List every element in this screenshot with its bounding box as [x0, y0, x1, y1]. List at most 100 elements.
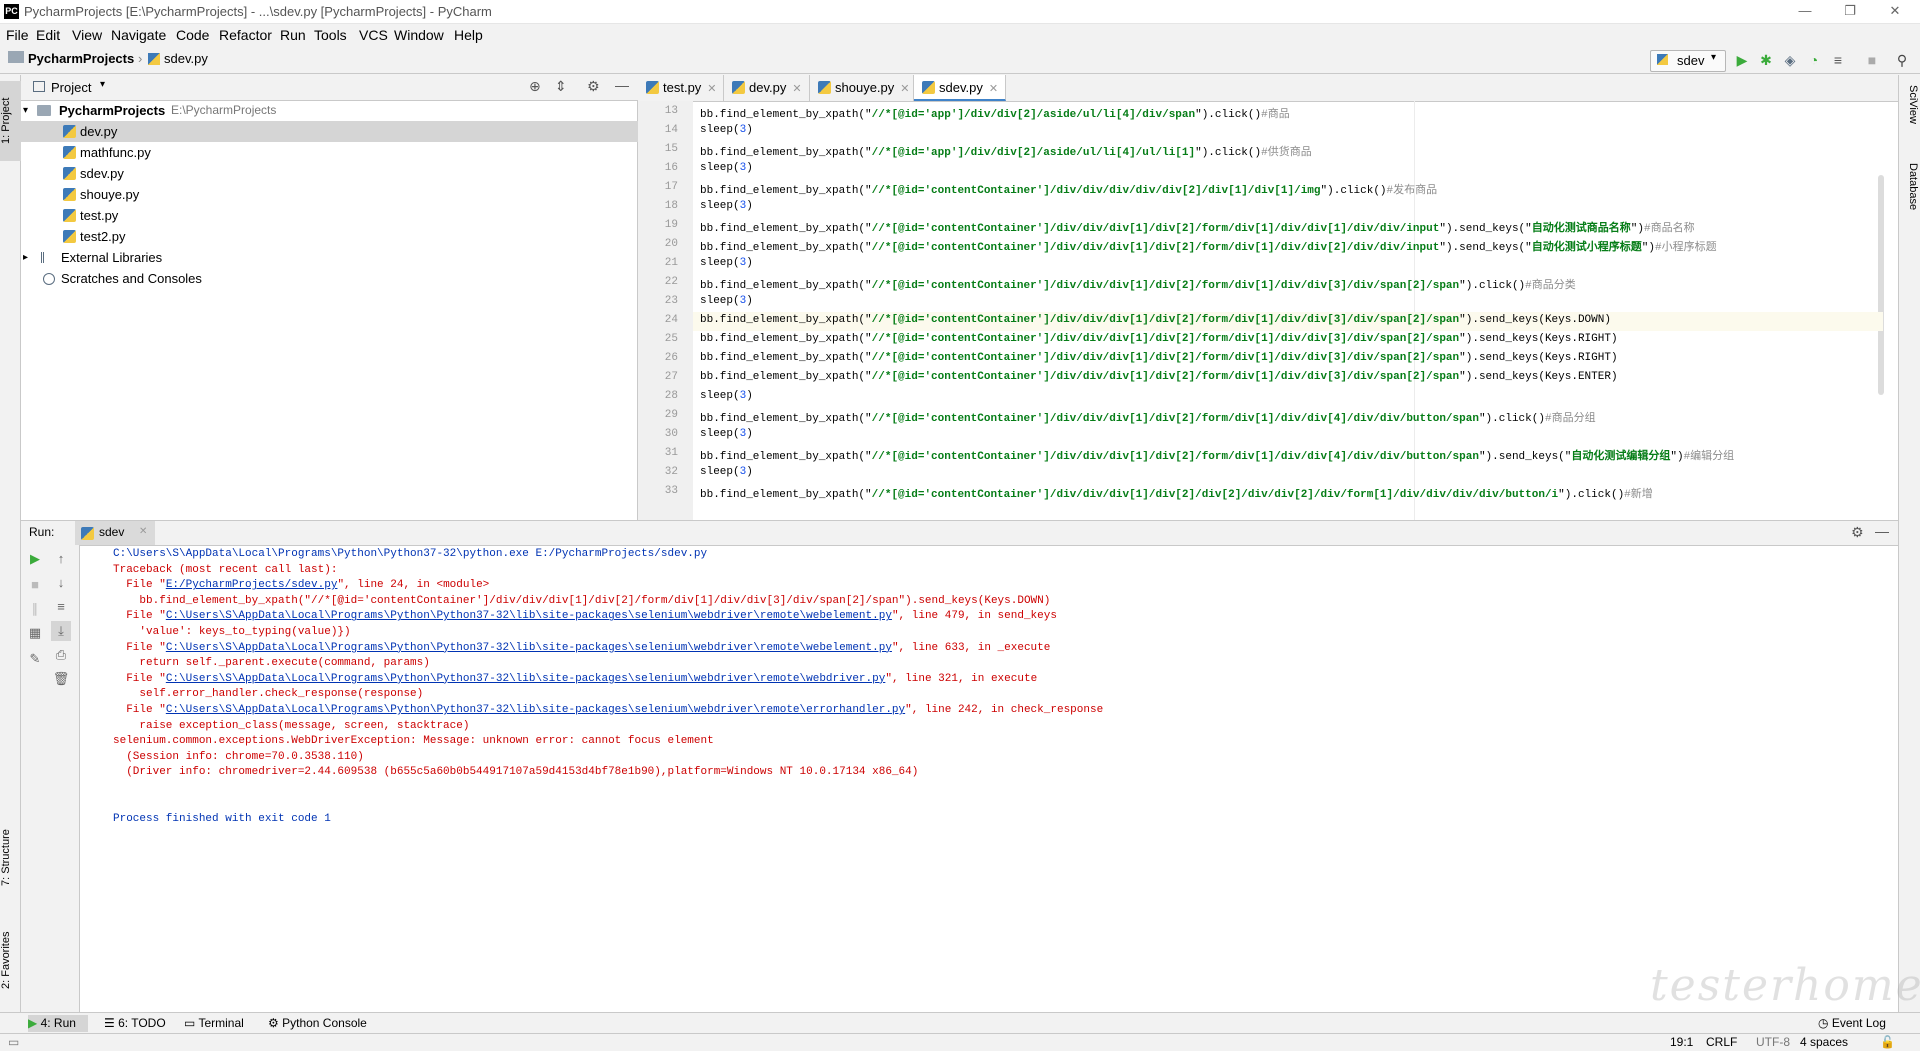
- print-icon[interactable]: ⎙: [51, 645, 71, 665]
- debug-icon[interactable]: ✱: [1756, 50, 1776, 70]
- menu-window[interactable]: Window: [394, 27, 444, 43]
- gear-icon[interactable]: ⚙: [1851, 524, 1864, 541]
- maximize-icon[interactable]: ❐: [1835, 3, 1865, 19]
- tree-scratches[interactable]: Scratches and Consoles: [21, 268, 638, 289]
- arrow-up-icon[interactable]: ↑: [51, 549, 71, 569]
- run-icon[interactable]: ▶: [1732, 50, 1752, 70]
- menu-tools[interactable]: Tools: [314, 27, 347, 43]
- tree-file-mathfunc[interactable]: mathfunc.py: [21, 142, 638, 163]
- tab-shouye-py[interactable]: shouye.py ✕: [810, 75, 914, 101]
- menu-help[interactable]: Help: [454, 27, 483, 43]
- lock-icon[interactable]: 🔓: [1880, 1035, 1895, 1049]
- code-line[interactable]: bb.find_element_by_xpath("//*[@id='conte…: [700, 314, 1611, 326]
- locate-icon[interactable]: ⊕: [529, 78, 541, 95]
- code-line[interactable]: bb.find_element_by_xpath("//*[@id='conte…: [700, 333, 1618, 345]
- hide-icon[interactable]: —: [615, 77, 629, 93]
- code-line[interactable]: bb.find_element_by_xpath("//*[@id='conte…: [700, 447, 1734, 463]
- menu-run[interactable]: Run: [280, 27, 306, 43]
- status-toggle-icon[interactable]: ▭: [8, 1035, 19, 1049]
- search-icon[interactable]: ⚲: [1892, 50, 1912, 70]
- stop-icon[interactable]: ■: [1862, 50, 1882, 70]
- close-tab-icon[interactable]: ✕: [707, 83, 716, 95]
- code-line[interactable]: sleep(3): [700, 200, 753, 212]
- code-line[interactable]: sleep(3): [700, 295, 753, 307]
- run-tab-sdev[interactable]: sdev ✕: [75, 521, 155, 545]
- code-line[interactable]: sleep(3): [700, 466, 753, 478]
- run-config-select[interactable]: sdev ▾: [1650, 50, 1726, 72]
- breadcrumb-project[interactable]: PycharmProjects: [28, 51, 134, 66]
- expand-arrow-icon[interactable]: ▸: [23, 247, 28, 268]
- caret-position[interactable]: 19:1: [1670, 1035, 1693, 1049]
- arrow-down-icon[interactable]: ↓: [51, 573, 71, 593]
- tab-dev-py[interactable]: dev.py ✕: [724, 75, 810, 101]
- profile-icon[interactable]: ◔: [1804, 50, 1824, 70]
- tree-file-shouye[interactable]: shouye.py: [21, 184, 638, 205]
- menu-refactor[interactable]: Refactor: [219, 27, 272, 43]
- tab-sdev-py[interactable]: sdev.py ✕: [914, 75, 1006, 101]
- minimize-icon[interactable]: —: [1790, 3, 1820, 18]
- code-line[interactable]: bb.find_element_by_xpath("//*[@id='conte…: [700, 409, 1596, 425]
- close-icon[interactable]: ✕: [1880, 3, 1910, 19]
- menu-navigate[interactable]: Navigate: [111, 27, 166, 43]
- collapse-all-icon[interactable]: ⇕: [555, 78, 567, 95]
- breadcrumb-file[interactable]: sdev.py: [164, 51, 208, 66]
- gear-icon[interactable]: ⚙: [587, 78, 600, 95]
- menu-code[interactable]: Code: [176, 27, 209, 43]
- scroll-to-end-icon[interactable]: ⤓: [51, 621, 71, 641]
- code-line[interactable]: sleep(3): [700, 257, 753, 269]
- code-line[interactable]: bb.find_element_by_xpath("//*[@id='conte…: [700, 371, 1618, 383]
- code-line[interactable]: bb.find_element_by_xpath("//*[@id='conte…: [700, 276, 1576, 292]
- tool-tab-todo[interactable]: ☰ 6: TODO: [104, 1015, 166, 1032]
- concurrency-icon[interactable]: ≡: [1828, 50, 1848, 70]
- code-line[interactable]: bb.find_element_by_xpath("//*[@id='app']…: [700, 143, 1312, 159]
- close-tab-icon[interactable]: ✕: [900, 83, 909, 95]
- code-line[interactable]: bb.find_element_by_xpath("//*[@id='conte…: [700, 238, 1717, 254]
- tool-tab-project[interactable]: 1: Project: [0, 81, 21, 161]
- menu-file[interactable]: File: [6, 27, 29, 43]
- hide-icon[interactable]: —: [1875, 523, 1889, 539]
- console-file-link[interactable]: E:/PycharmProjects/sdev.py: [166, 579, 338, 591]
- close-tab-icon[interactable]: ✕: [792, 83, 801, 95]
- code-line[interactable]: bb.find_element_by_xpath("//*[@id='app']…: [700, 105, 1290, 121]
- layout-icon[interactable]: ▦: [25, 623, 45, 643]
- tool-tab-terminal[interactable]: ▭ Terminal: [184, 1015, 244, 1032]
- line-separator[interactable]: CRLF: [1706, 1035, 1737, 1049]
- code-line[interactable]: bb.find_element_by_xpath("//*[@id='conte…: [700, 352, 1618, 364]
- tree-root[interactable]: ▾ PycharmProjects E:\PycharmProjects: [21, 100, 638, 121]
- menu-view[interactable]: View: [72, 27, 102, 43]
- event-log-button[interactable]: ◷ Event Log: [1818, 1015, 1886, 1032]
- tab-test-py[interactable]: test.py ✕: [638, 75, 724, 101]
- tree-file-sdev[interactable]: sdev.py: [21, 163, 638, 184]
- trash-icon[interactable]: 🗑: [51, 669, 71, 689]
- editor-scrollbar[interactable]: [1878, 175, 1884, 395]
- close-tab-icon[interactable]: ✕: [989, 83, 998, 95]
- code-editor[interactable]: test.py ✕ dev.py ✕ shouye.py ✕ sdev.py ✕ 13 1…: [638, 75, 1898, 520]
- coverage-icon[interactable]: ◈: [1780, 50, 1800, 70]
- tree-file-dev[interactable]: dev.py: [21, 121, 638, 142]
- tool-tab-structure[interactable]: 7: Structure: [0, 813, 21, 903]
- console-file-link[interactable]: C:\Users\S\AppData\Local\Programs\Python…: [166, 610, 892, 622]
- pause-icon[interactable]: ∥: [25, 599, 45, 619]
- tree-file-test2[interactable]: test2.py: [21, 226, 638, 247]
- code-line[interactable]: sleep(3): [700, 124, 753, 136]
- tool-tab-database[interactable]: Database: [1901, 163, 1919, 253]
- tool-tab-sciview[interactable]: SciView: [1901, 85, 1919, 145]
- tool-tab-python-console[interactable]: ⚙ Python Console: [268, 1015, 367, 1032]
- code-line[interactable]: bb.find_element_by_xpath("//*[@id='conte…: [700, 485, 1653, 501]
- console-file-link[interactable]: C:\Users\S\AppData\Local\Programs\Python…: [166, 642, 892, 654]
- tool-tab-run[interactable]: ▶ 4: Run: [28, 1015, 88, 1032]
- code-line[interactable]: sleep(3): [700, 162, 753, 174]
- code-line[interactable]: sleep(3): [700, 428, 753, 440]
- code-line[interactable]: bb.find_element_by_xpath("//*[@id='conte…: [700, 181, 1437, 197]
- indent-setting[interactable]: 4 spaces: [1800, 1035, 1848, 1049]
- tool-tab-favorites[interactable]: 2: Favorites: [0, 915, 21, 1005]
- rerun-icon[interactable]: ▶: [25, 549, 45, 569]
- menu-edit[interactable]: Edit: [36, 27, 60, 43]
- project-view-select[interactable]: Project: [51, 80, 91, 95]
- close-tab-icon[interactable]: ✕: [139, 526, 147, 537]
- tree-file-test[interactable]: test.py: [21, 205, 638, 226]
- console-file-link[interactable]: C:\Users\S\AppData\Local\Programs\Python…: [166, 704, 905, 716]
- menu-vcs[interactable]: VCS: [359, 27, 388, 43]
- pin-icon[interactable]: ✎: [25, 649, 45, 669]
- stop-icon[interactable]: ■: [25, 575, 45, 595]
